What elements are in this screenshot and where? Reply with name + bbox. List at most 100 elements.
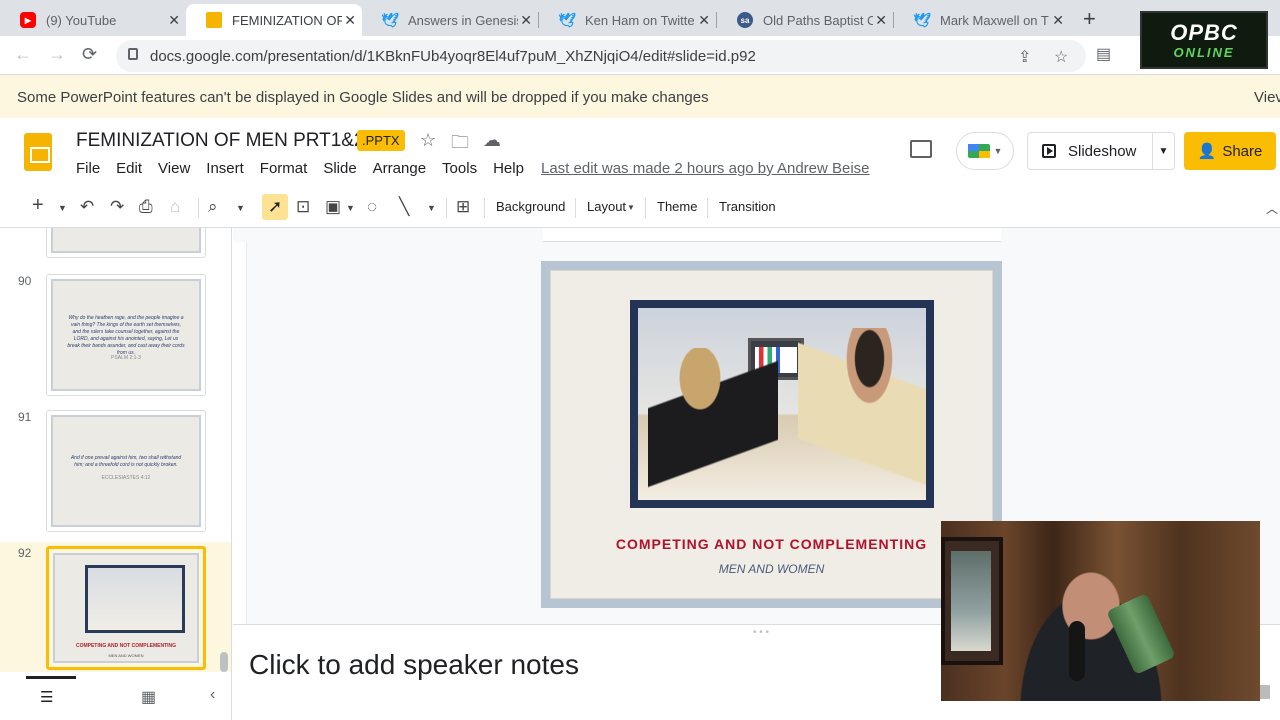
last-edit-link[interactable]: Last edit was made 2 hours ago by Andrew… <box>541 160 870 177</box>
chevron-down-icon[interactable]: ▼ <box>58 203 67 213</box>
chevron-down-icon[interactable]: ▼ <box>236 203 245 213</box>
slide-photo[interactable] <box>630 300 934 508</box>
meet-button[interactable]: ▼ <box>956 132 1014 170</box>
layout-button[interactable]: Layout <box>587 199 626 214</box>
close-icon[interactable]: ✕ <box>520 12 532 29</box>
thumbnail-photo-image <box>88 568 182 630</box>
tab-answers-in-genesis[interactable]: 🕊 Answers in Genesis ✕ <box>362 4 538 36</box>
tab-ken-ham[interactable]: 🕊 Ken Ham on Twitter ✕ <box>539 4 716 36</box>
share-page-icon[interactable]: ⇪ <box>1018 47 1031 67</box>
current-slide[interactable]: COMPETING AND NOT COMPLEMENTING MEN AND … <box>541 261 1002 608</box>
active-view-indicator <box>26 676 76 679</box>
filmstrip-panel: 90 Why do the heathen rage, and the peop… <box>0 228 232 720</box>
filmstrip-scrollbar[interactable] <box>220 652 228 672</box>
thumbnail-frame: Why do the heathen rage, and the people … <box>51 279 201 391</box>
slideshow-options-button[interactable]: ▼ <box>1153 132 1175 170</box>
close-icon[interactable]: ✕ <box>344 12 356 29</box>
shape-icon[interactable]: ◌ <box>367 197 377 217</box>
close-icon[interactable]: ✕ <box>168 12 180 29</box>
new-slide-icon[interactable]: + <box>32 194 44 217</box>
slide-thumbnail-91[interactable]: And if one prevail against him, two shal… <box>46 410 206 532</box>
star-icon[interactable]: ☆ <box>420 130 436 151</box>
menu-help[interactable]: Help <box>493 160 524 177</box>
thumbnail-verse: And if one prevail against him, two shal… <box>70 455 182 468</box>
menu-file[interactable]: File <box>76 160 100 177</box>
menu-edit[interactable]: Edit <box>116 160 142 177</box>
select-cursor-icon[interactable]: ➚ <box>268 197 282 217</box>
image-icon[interactable]: ▣ <box>325 197 341 217</box>
close-icon[interactable]: ✕ <box>875 12 887 29</box>
arm-wrestling-photo <box>638 308 926 500</box>
reload-icon[interactable]: ⟳ <box>82 44 97 65</box>
tab-youtube[interactable]: ▶ (9) YouTube ✕ <box>0 4 186 36</box>
star-icon[interactable]: ☆ <box>1054 47 1068 67</box>
slide-thumbnail-89[interactable] <box>46 228 206 258</box>
undo-icon[interactable]: ↶ <box>80 197 94 217</box>
add-comment-icon[interactable]: ⊞ <box>456 197 470 217</box>
thumbnail-ref: ECCLESIASTES 4:12 <box>101 475 151 481</box>
close-icon[interactable]: ✕ <box>698 12 710 29</box>
menu-arrange[interactable]: Arrange <box>373 160 426 177</box>
speaker-notes-placeholder[interactable]: Click to add speaker notes <box>249 649 579 681</box>
text-box-icon[interactable]: ⊡ <box>296 197 310 217</box>
document-title[interactable]: FEMINIZATION OF MEN PRT1&2 <box>76 130 365 152</box>
tab-title: Answers in Genesis <box>408 12 518 28</box>
chevron-up-icon[interactable]: ︿ <box>1266 200 1278 217</box>
tab-old-paths[interactable]: sa Old Paths Baptist C ✕ <box>717 4 893 36</box>
comment-history-icon[interactable] <box>910 140 932 158</box>
thumbnail-subcaption: MEN AND WOMEN <box>108 653 144 658</box>
toolbar-divider <box>575 198 576 218</box>
menu-insert[interactable]: Insert <box>206 160 244 177</box>
grid-view-icon[interactable]: ▦ <box>141 687 156 707</box>
slides-logo-icon[interactable] <box>24 133 52 171</box>
share-button[interactable]: 👤 Share <box>1184 132 1276 170</box>
sa-icon: sa <box>737 12 753 28</box>
chevron-down-icon[interactable]: ▼ <box>427 203 436 213</box>
menu-tools[interactable]: Tools <box>442 160 477 177</box>
slide-caption[interactable]: COMPETING AND NOT COMPLEMENTING <box>551 536 992 552</box>
man-figure <box>798 328 926 498</box>
cloud-status-icon[interactable]: ☁ <box>483 130 501 151</box>
chevron-down-icon[interactable]: ▼ <box>346 203 355 213</box>
background-button[interactable]: Background <box>496 199 565 214</box>
line-icon[interactable]: ╲ <box>399 197 409 217</box>
url-text[interactable]: docs.google.com/presentation/d/1KBknFUb4… <box>150 48 756 65</box>
print-icon[interactable]: ⎙ <box>139 197 153 217</box>
editing-toolbar: + ▼ ↶ ↷ ⎙ ⌂ ⌕ ▼ ➚ ⊡ ▣ ▼ ◌ ╲ ▼ ⊞ Backgrou… <box>0 186 1280 228</box>
banner-view-link[interactable]: Viev <box>1254 89 1280 106</box>
collapse-panel-icon[interactable]: ‹ <box>210 686 215 704</box>
filmstrip-view-controls: ☰ ▦ ‹ <box>0 676 231 720</box>
filmstrip-view-icon[interactable]: ☰ <box>40 688 53 706</box>
tab-slides[interactable]: FEMINIZATION OF ✕ <box>186 4 362 36</box>
transition-button[interactable]: Transition <box>719 199 776 214</box>
move-folder-icon[interactable]: 🗀 <box>451 130 469 160</box>
tab-title: Old Paths Baptist C <box>763 12 873 28</box>
chevron-down-icon: ▼ <box>993 146 1003 156</box>
theme-button[interactable]: Theme <box>657 199 697 214</box>
vertical-ruler <box>233 242 247 624</box>
back-icon[interactable]: ← <box>14 44 32 65</box>
new-tab-button[interactable]: + <box>1083 6 1096 32</box>
tab-mark-maxwell[interactable]: 🕊 Mark Maxwell on T ✕ <box>894 4 1070 36</box>
close-icon[interactable]: ✕ <box>1052 12 1064 29</box>
woman-figure <box>648 348 778 498</box>
paint-format-icon[interactable]: ⌂ <box>170 197 180 217</box>
opbc-online-logo: OPBC ONLINE <box>1140 11 1268 69</box>
redo-icon[interactable]: ↷ <box>110 197 124 217</box>
reading-list-icon[interactable]: ▤ <box>1096 44 1111 64</box>
slide-thumbnail-92[interactable]: COMPETING AND NOT COMPLEMENTING MEN AND … <box>46 546 206 670</box>
play-icon <box>1042 144 1056 158</box>
forward-icon[interactable]: → <box>48 44 66 65</box>
slide-subcaption[interactable]: MEN AND WOMEN <box>551 562 992 576</box>
menu-format[interactable]: Format <box>260 160 308 177</box>
thumbnail-frame <box>51 228 201 253</box>
menu-slide[interactable]: Slide <box>323 160 356 177</box>
slide-thumbnail-90[interactable]: Why do the heathen rage, and the people … <box>46 274 206 396</box>
microphone <box>1069 621 1085 681</box>
tab-title: (9) YouTube <box>46 12 117 28</box>
slideshow-button[interactable]: Slideshow <box>1027 132 1153 170</box>
zoom-icon[interactable]: ⌕ <box>208 197 218 217</box>
notes-resize-handle[interactable]: • • • <box>753 627 769 638</box>
menu-view[interactable]: View <box>158 160 190 177</box>
omnibox[interactable]: docs.google.com/presentation/d/1KBknFUb4… <box>116 40 1086 72</box>
